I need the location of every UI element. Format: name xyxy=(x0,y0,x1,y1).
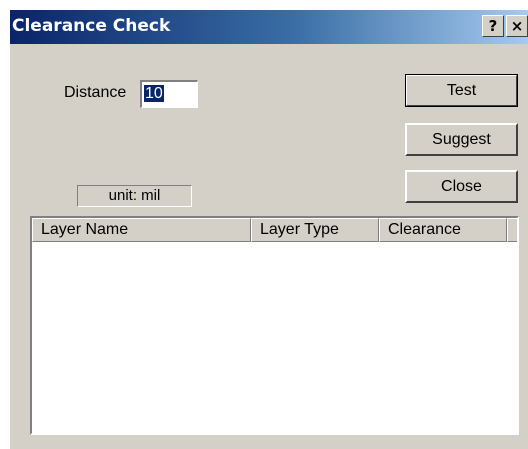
clearance-check-dialog: Clearance Check ? × Distance 10 Test Sug… xyxy=(10,10,528,449)
column-header-layer-name[interactable]: Layer Name xyxy=(32,218,251,242)
suggest-button[interactable]: Suggest xyxy=(405,123,518,156)
close-button[interactable]: Close xyxy=(405,170,518,203)
distance-input[interactable]: 10 xyxy=(140,80,198,108)
layer-list[interactable]: Layer Name Layer Type Clearance xyxy=(30,216,519,435)
unit-label: unit: mil xyxy=(77,185,192,207)
close-icon[interactable]: × xyxy=(506,15,528,37)
help-icon[interactable]: ? xyxy=(482,15,504,37)
column-header-clearance[interactable]: Clearance xyxy=(379,218,507,242)
list-header: Layer Name Layer Type Clearance xyxy=(32,218,517,242)
test-button[interactable]: Test xyxy=(405,74,518,107)
column-header-filler xyxy=(507,218,517,242)
column-header-layer-type[interactable]: Layer Type xyxy=(251,218,379,242)
distance-value: 10 xyxy=(144,85,164,102)
distance-label: Distance xyxy=(64,84,127,101)
window-title: Clearance Check xyxy=(12,16,171,36)
title-bar[interactable]: Clearance Check ? × xyxy=(10,10,528,44)
